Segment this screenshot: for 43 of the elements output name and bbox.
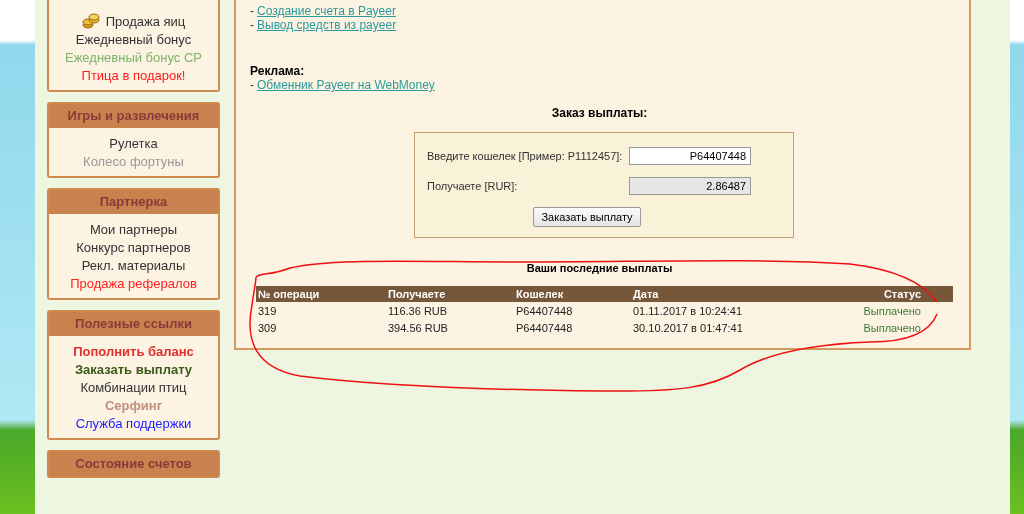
menu-link[interactable]: Комбинации птиц bbox=[80, 379, 187, 395]
column-header: № операци bbox=[256, 286, 386, 302]
table-cell: 319 bbox=[258, 305, 277, 317]
order-payout-button[interactable]: Заказать выплату bbox=[533, 207, 641, 227]
panel-title: Состояние счетов bbox=[49, 452, 218, 476]
table-cell: P64407448 bbox=[516, 305, 573, 317]
column-header: Дата bbox=[631, 286, 810, 302]
menu-link[interactable]: Служба поддержки bbox=[75, 415, 192, 431]
panel-title: Полезные ссылки bbox=[49, 312, 218, 336]
order-title: Заказ выплаты: bbox=[550, 106, 649, 120]
menu-link[interactable]: Конкурс партнеров bbox=[76, 239, 191, 255]
status-cell: Выплачено bbox=[863, 305, 921, 317]
menu-link[interactable]: Продажа яиц bbox=[105, 13, 186, 29]
dash-mark: - bbox=[250, 78, 254, 92]
coins-icon bbox=[81, 12, 100, 30]
panel-title: Игры и развлечения bbox=[49, 104, 218, 128]
field-label: Введите кошелек [Пример: P1112457]: bbox=[427, 150, 623, 162]
status-cell: Выплачено bbox=[863, 322, 921, 334]
menu-link[interactable]: Продажа рефералов bbox=[70, 275, 197, 291]
input-field[interactable]: 2.86487 bbox=[629, 177, 751, 195]
dash-mark: - bbox=[250, 4, 254, 18]
field-label: Получаете [RUR]: bbox=[427, 180, 518, 192]
menu-link[interactable]: Птица в подарок! bbox=[81, 67, 186, 83]
menu-link[interactable]: Пополнить баланс bbox=[73, 343, 194, 359]
table-cell: 309 bbox=[258, 322, 277, 334]
table-cell: 30.10.2017 в 01:47:41 bbox=[633, 322, 743, 334]
dash-mark: - bbox=[250, 18, 254, 32]
menu-link[interactable]: Заказать выплату bbox=[74, 361, 193, 377]
payouts-title: Ваши последние выплаты bbox=[525, 262, 674, 274]
table-cell: 394.56 RUB bbox=[388, 322, 448, 334]
column-header: Кошелек bbox=[514, 286, 631, 302]
panel-title: Партнерка bbox=[49, 190, 218, 214]
menu-link[interactable]: Мои партнеры bbox=[89, 221, 178, 237]
table-cell: 116.36 RUB bbox=[388, 305, 448, 317]
table-cell: P64407448 bbox=[516, 322, 573, 334]
column-header: Статус bbox=[809, 286, 953, 302]
menu-link[interactable]: Рекл. материалы bbox=[81, 257, 186, 273]
menu-link[interactable]: Ежедневный бонус bbox=[75, 31, 192, 47]
ad-heading: Реклама: bbox=[250, 64, 306, 78]
menu-link[interactable]: Рулетка bbox=[109, 135, 158, 151]
input-field[interactable]: P64407448 bbox=[629, 147, 751, 165]
table-cell: 01.11.2017 в 10:24:41 bbox=[633, 305, 742, 317]
column-header: Получаете bbox=[386, 286, 514, 302]
